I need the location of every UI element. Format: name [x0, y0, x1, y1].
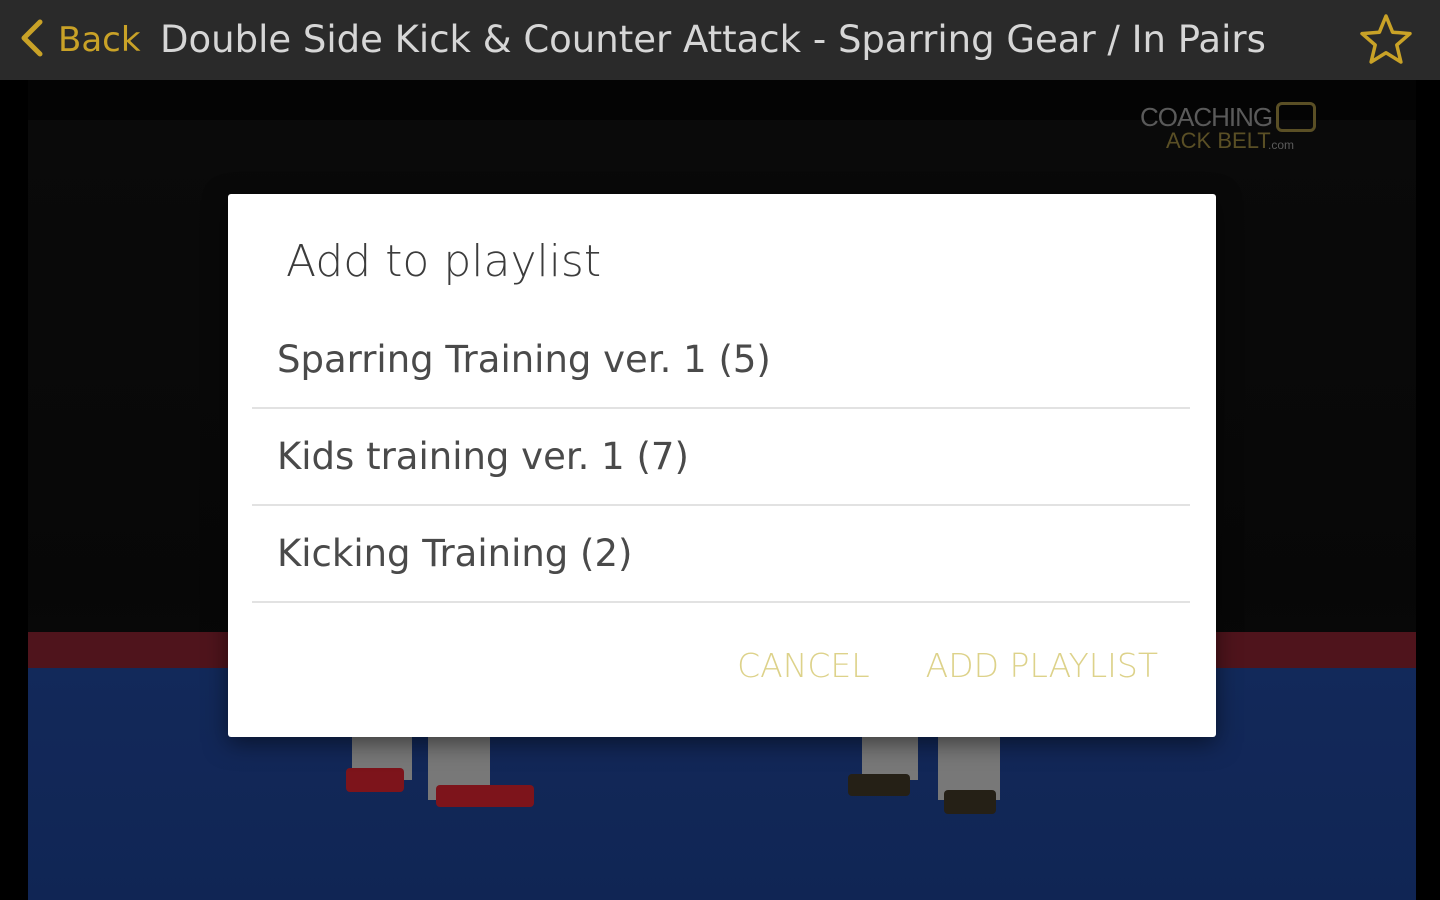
playlist-item[interactable]: Kids training ver. 1 (7) [252, 409, 1190, 506]
dialog-title: Add to playlist [286, 236, 602, 287]
chevron-left-icon [18, 18, 46, 62]
playlist-item-label: Sparring Training ver. 1 (5) [277, 338, 771, 381]
playlist-item-label: Kids training ver. 1 (7) [277, 435, 689, 478]
favorite-button[interactable] [1358, 12, 1414, 68]
back-button[interactable]: Back [18, 0, 141, 80]
playlist-item[interactable]: Kicking Training (2) [252, 506, 1190, 603]
add-to-playlist-dialog: Add to playlist Sparring Training ver. 1… [228, 194, 1216, 737]
back-label: Back [58, 20, 141, 60]
playlist-item-label: Kicking Training (2) [277, 532, 633, 575]
video-title: Double Side Kick & Counter Attack - Spar… [160, 18, 1266, 61]
playlist-item[interactable]: Sparring Training ver. 1 (5) [252, 312, 1190, 409]
dialog-actions: CANCEL ADD PLAYLIST [737, 646, 1158, 685]
top-bar: Back Double Side Kick & Counter Attack -… [0, 0, 1440, 80]
add-playlist-button[interactable]: ADD PLAYLIST [926, 646, 1158, 685]
star-icon [1358, 14, 1414, 72]
playlist-list: Sparring Training ver. 1 (5) Kids traini… [252, 312, 1190, 603]
cancel-button[interactable]: CANCEL [737, 646, 870, 685]
